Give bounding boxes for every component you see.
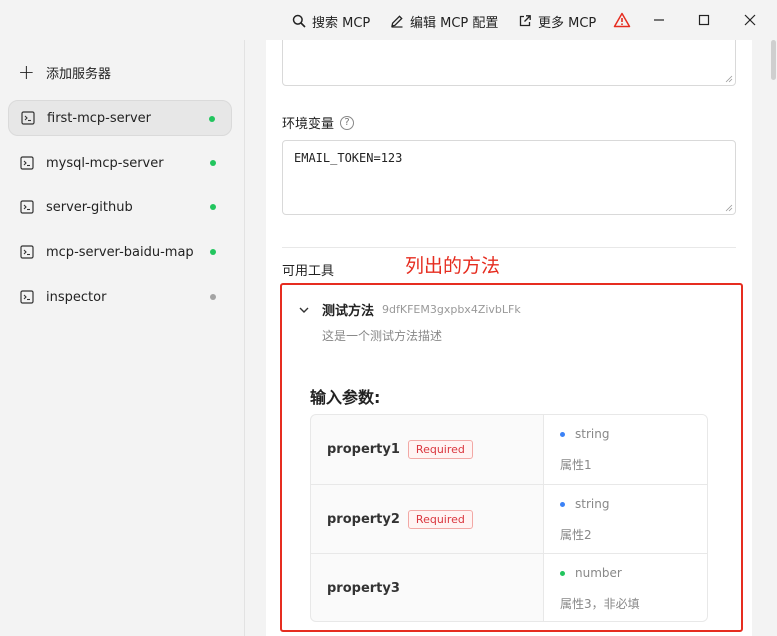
warning-icon [613,12,631,28]
sidebar-item-first-mcp-server[interactable]: first-mcp-server [8,100,232,136]
external-link-icon [519,15,531,27]
more-mcp-button[interactable]: 更多 MCP [518,11,596,31]
server-name: server-github [46,199,133,215]
close-icon [744,14,756,26]
edit-mcp-config-label: 编辑 MCP 配置 [410,15,499,31]
env-value: EMAIL_TOKEN=123 [294,151,403,165]
minimize-button[interactable] [647,8,671,32]
add-server-label: 添加服务器 [46,66,112,82]
server-name: mcp-server-baidu-map [46,244,194,260]
terminal-icon [20,245,34,259]
sidebar-item-server-github[interactable]: server-github [8,189,232,225]
minimize-icon [654,19,664,21]
maximize-button[interactable] [692,8,716,32]
status-dot [210,249,216,255]
server-name: mysql-mcp-server [46,155,164,171]
search-icon [292,14,306,28]
resize-grip-icon [725,204,733,212]
sidebar: + 添加服务器 first-mcp-server mysql-mcp-serve… [0,40,245,636]
status-dot [209,116,215,122]
close-button[interactable] [738,8,762,32]
sidebar-item-mcp-server-baidu-map[interactable]: mcp-server-baidu-map [8,234,232,270]
available-tools-label: 可用工具 [282,264,335,279]
sidebar-item-inspector[interactable]: inspector [8,279,232,315]
server-name: first-mcp-server [47,110,151,126]
pencil-icon [391,15,403,28]
scroll-thumb[interactable] [771,40,776,80]
env-label-text: 环境变量 [282,117,335,132]
title-bar: 搜索 MCP 编辑 MCP 配置 更多 MCP [0,0,777,40]
divider [282,247,736,248]
add-server-button[interactable]: + 添加服务器 [18,62,111,82]
terminal-icon [20,156,34,170]
status-dot [210,204,216,210]
annotation-label: 列出的方法 [405,255,501,277]
server-name: inspector [46,289,107,305]
annotation-highlight-box [280,283,743,632]
scrollbar[interactable] [770,40,777,636]
search-mcp-label: 搜索 MCP [312,15,371,31]
terminal-icon [20,290,34,304]
more-mcp-label: 更多 MCP [538,15,597,31]
search-mcp-button[interactable]: 搜索 MCP [292,11,370,31]
warning-button[interactable] [610,8,634,32]
resize-grip-icon [725,75,733,83]
sidebar-item-mysql-mcp-server[interactable]: mysql-mcp-server [8,145,232,181]
terminal-icon [21,111,35,125]
terminal-icon [20,200,34,214]
plus-icon: + [18,60,35,84]
status-dot [210,160,216,166]
status-dot [210,294,216,300]
help-icon[interactable]: ? [340,115,355,130]
args-textarea[interactable] [282,40,736,86]
env-label: 环境变量 ? [282,113,355,132]
env-textarea[interactable]: EMAIL_TOKEN=123 [282,140,736,215]
edit-mcp-config-button[interactable]: 编辑 MCP 配置 [390,11,498,31]
maximize-icon [698,14,710,26]
